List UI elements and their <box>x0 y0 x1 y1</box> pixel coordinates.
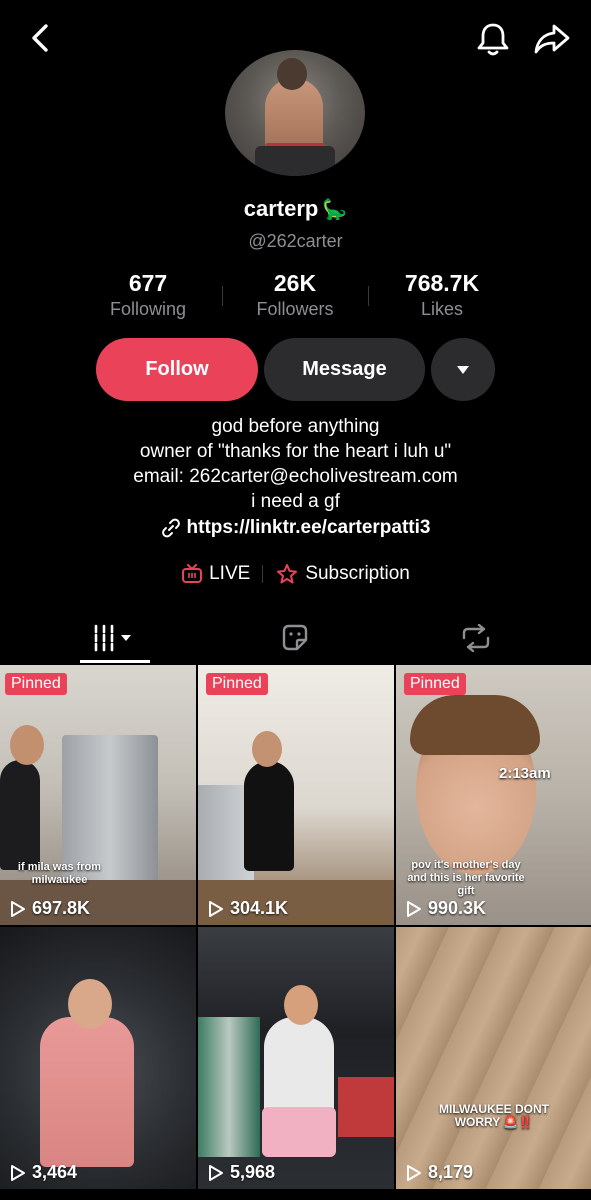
video-thumbnail[interactable]: 5,968 <box>198 927 394 1189</box>
follow-button[interactable]: Follow <box>96 338 258 401</box>
subscription-star-icon <box>277 564 298 584</box>
bio: god before anything owner of "thanks for… <box>0 414 591 514</box>
sticker-icon <box>282 624 308 651</box>
avatar-head <box>277 58 307 90</box>
likes-label: Likes <box>420 299 464 319</box>
play-icon <box>209 900 223 917</box>
subscription-label: Subscription <box>305 563 410 584</box>
play-icon <box>11 1164 25 1181</box>
followers-count: 26K <box>273 270 317 296</box>
bio-line: god before anything <box>211 416 380 437</box>
view-count-text: 990.3K <box>428 898 487 918</box>
thumb-person-head <box>68 979 112 1029</box>
avatar-shorts <box>255 146 335 176</box>
thumb-person-head <box>284 985 318 1025</box>
active-tab-indicator <box>80 660 150 663</box>
tab-reposts[interactable] <box>443 612 509 664</box>
video-thumbnail[interactable]: Pinned 2:13am pov it's mother's day and … <box>396 665 591 925</box>
share-button[interactable] <box>532 20 572 58</box>
view-count: 990.3K <box>406 898 486 919</box>
thumb-person <box>0 760 40 870</box>
view-count-text: 8,179 <box>428 1162 474 1182</box>
video-thumbnail[interactable]: Pinned if mila was from milwaukee 697.8K <box>0 665 196 925</box>
grid-bars-icon <box>94 624 131 652</box>
tab-favorites[interactable] <box>262 612 328 664</box>
video-thumbnail[interactable]: Pinned 304.1K <box>198 665 394 925</box>
repost-icon <box>462 624 490 652</box>
notification-bell-button[interactable] <box>474 20 512 58</box>
video-thumbnail[interactable]: MILWAUKEE DONT WORRY 🚨‼️ 8,179 <box>396 927 591 1189</box>
pinned-badge: Pinned <box>404 673 466 695</box>
thumb-person <box>264 1017 334 1117</box>
view-count-text: 697.8K <box>32 898 91 918</box>
subscription-chip[interactable]: Subscription <box>275 563 410 585</box>
share-arrow-icon <box>534 24 570 54</box>
live-tv-icon <box>182 564 203 583</box>
display-name: carterp <box>243 196 319 221</box>
view-count: 8,179 <box>406 1162 473 1183</box>
thumb-person <box>40 1017 134 1167</box>
followers-label: Followers <box>256 299 334 319</box>
video-caption: pov it's mother's day and this is her fa… <box>407 859 525 897</box>
chevron-left-icon <box>32 24 48 52</box>
bio-line[interactable]: email: 262carter@echolivestream.com <box>0 464 591 489</box>
bio-line: owner of "thanks for the heart i luh u" <box>139 441 452 462</box>
alert-emoji-icon: 🚨‼️ <box>503 1115 534 1129</box>
thumb-bg-fridge <box>198 1017 260 1157</box>
bio-line: i need a gf <box>251 491 340 512</box>
content-tabs <box>0 612 591 664</box>
view-count: 697.8K <box>10 898 90 919</box>
view-count-text: 5,968 <box>230 1162 276 1182</box>
stat-divider <box>368 286 369 306</box>
play-icon <box>407 1164 421 1181</box>
thumb-bg-snacks <box>338 1077 394 1137</box>
link-icon <box>161 518 180 538</box>
profile-stats: 677 Following 26K Followers 768.7K Likes <box>0 270 591 326</box>
more-options-button[interactable] <box>431 338 495 401</box>
pinned-badge: Pinned <box>5 673 67 695</box>
thumb-person-head <box>252 731 282 767</box>
view-count-text: 304.1K <box>230 898 289 918</box>
message-button[interactable]: Message <box>264 338 425 401</box>
video-thumbnail[interactable]: 3,464 <box>0 927 196 1189</box>
view-count-text: 3,464 <box>32 1162 78 1182</box>
bio-link-text[interactable]: https://linktr.ee/carterpatti3 <box>187 517 431 539</box>
thumb-person-hair <box>410 695 540 755</box>
live-chip[interactable]: LIVE <box>181 563 250 585</box>
thumb-person-shorts <box>262 1107 336 1157</box>
view-count: 5,968 <box>208 1162 275 1183</box>
likes-stat[interactable]: 768.7K Likes <box>382 270 502 320</box>
video-overlay-text: 2:13am <box>499 765 551 782</box>
bell-icon <box>477 23 509 56</box>
video-caption: MILWAUKEE DONT WORRY 🚨‼️ <box>434 1103 554 1129</box>
username-handle: @262carter <box>248 231 343 251</box>
chip-divider <box>262 565 264 583</box>
view-count: 3,464 <box>10 1162 77 1183</box>
avatar[interactable] <box>225 50 365 176</box>
dinosaur-emoji-icon: 🦕 <box>322 198 348 221</box>
bio-link[interactable]: https://linktr.ee/carterpatti3 <box>0 517 591 539</box>
live-label: LIVE <box>209 563 251 584</box>
play-icon <box>209 1164 223 1181</box>
caret-down-icon <box>457 365 469 374</box>
following-count: 677 <box>128 270 168 296</box>
followers-stat[interactable]: 26K Followers <box>235 270 355 320</box>
tab-videos[interactable] <box>80 612 150 664</box>
pinned-badge: Pinned <box>206 673 268 695</box>
view-count: 304.1K <box>208 898 288 919</box>
thumb-person-head <box>10 725 44 765</box>
play-icon <box>11 900 25 917</box>
following-label: Following <box>109 299 187 319</box>
back-button[interactable] <box>22 20 58 56</box>
following-stat[interactable]: 677 Following <box>88 270 208 320</box>
play-icon <box>407 900 421 917</box>
thumb-person <box>244 761 294 871</box>
feature-chips: LIVE Subscription <box>0 563 591 585</box>
likes-count: 768.7K <box>404 270 480 296</box>
stat-divider <box>222 286 223 306</box>
video-caption: if mila was from milwaukee <box>17 861 102 886</box>
display-name-row: carterp 🦕 <box>0 196 591 222</box>
